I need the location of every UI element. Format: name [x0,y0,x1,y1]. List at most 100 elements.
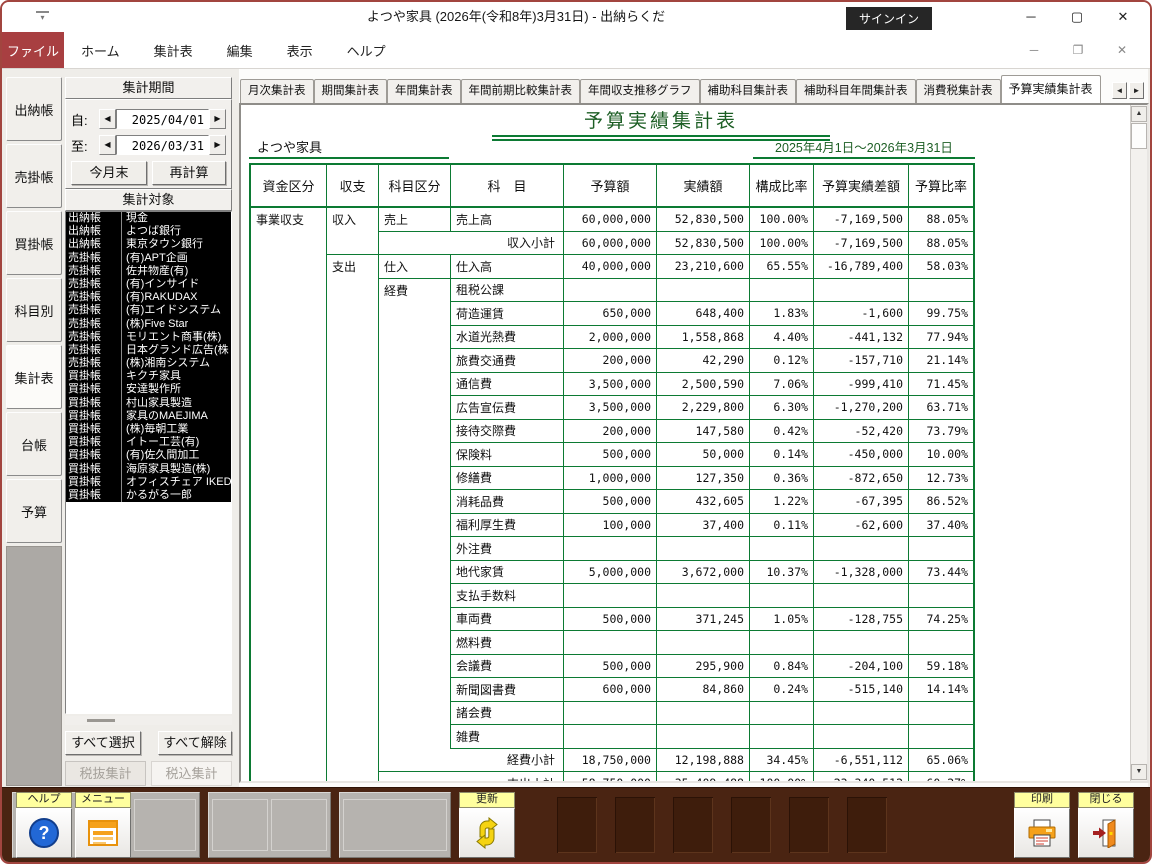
cell-account-category [378,631,450,655]
target-list-item[interactable]: 買掛帳 (有)佐久間加工 [66,449,231,463]
target-list-item[interactable]: 売掛帳 モリエント商事(株) [66,330,231,344]
report-company: よつや家具 [249,137,449,159]
target-list-item[interactable]: 売掛帳 (有)RAKUDAX [66,291,231,305]
target-list-item[interactable]: 売掛帳 (株)湘南システム [66,357,231,371]
refresh-button[interactable]: 更新 [459,792,515,858]
target-listbox[interactable]: 出納帳 現金 出納帳 よつば銀行 出納帳 東京タウン銀行 売掛帳 (有)APT企画 売掛帳 佐井物… [65,211,232,714]
help-button[interactable]: ヘルプ ? [16,792,72,858]
target-list-item[interactable]: 売掛帳 (有)エイドシステム [66,304,231,318]
report-tab-年間収支推移グラフ[interactable]: 年間収支推移グラフ [580,79,700,103]
menu-report[interactable]: 集計表 [137,32,210,68]
table-row: 経費 租税公課 [251,278,973,302]
cell-budget-diff: -128,755 [813,607,908,631]
target-ledger-type: 買掛帳 [66,449,122,463]
menu-file[interactable]: ファイル [2,32,64,68]
nav-tab-買掛帳[interactable]: 買掛帳 [6,211,62,275]
close-window-button[interactable]: 閉じる [1078,792,1134,858]
target-account-name: (株)湘南システム [126,357,210,370]
hscroll-thumb[interactable] [87,719,115,722]
tab-scroll-left-icon[interactable]: ◄ [1112,82,1127,99]
target-account-name: (株)毎朝工業 [126,423,189,435]
cell-composition-ratio: 0.36% [749,466,813,490]
target-list-item[interactable]: 買掛帳 (株)毎朝工業 [66,423,231,437]
cell-account-category [378,607,450,631]
report-tab-補助科目年間集計表[interactable]: 補助科目年間集計表 [796,79,916,103]
tab-scroll-right-icon[interactable]: ► [1129,82,1144,99]
signin-button[interactable]: サインイン [845,7,932,30]
target-list-item[interactable]: 売掛帳 (株)Five Star [66,317,231,331]
cell-account-name: 広告宣伝費 [450,396,563,420]
scroll-up-icon[interactable]: ▲ [1131,106,1147,122]
target-list-item[interactable]: 買掛帳 オフィスチェア IKED [66,475,231,489]
from-next-icon[interactable]: ▶ [209,109,226,129]
nav-tab-売掛帳[interactable]: 売掛帳 [6,144,62,208]
cell-income-expense [326,278,378,302]
cell-composition-ratio: 0.11% [749,513,813,537]
scroll-down-icon[interactable]: ▼ [1131,764,1147,780]
mdi-close-icon[interactable]: ✕ [1100,32,1144,68]
report-tab-月次集計表[interactable]: 月次集計表 [240,79,314,103]
report-tab-消費税集計表[interactable]: 消費税集計表 [915,79,1001,103]
cell-actual-amount: 84,860 [656,678,749,702]
to-prev-icon[interactable]: ◀ [99,135,116,155]
report-vscrollbar[interactable]: ▲ ▼ [1130,105,1147,781]
tax-included-button[interactable]: 税込集計 [151,761,232,786]
target-list-item[interactable]: 買掛帳 キクチ家具 [66,370,231,384]
report-tab-期間集計表[interactable]: 期間集計表 [313,79,387,103]
select-all-button[interactable]: すべて選択 [65,731,141,755]
menu-button[interactable]: メニュー [75,792,131,858]
mdi-restore-icon[interactable]: ❐ [1056,32,1100,68]
report-tab-予算実績集計表[interactable]: 予算実績集計表 [1000,75,1101,103]
from-date-field[interactable]: 2025/04/01 [116,109,209,129]
tax-excluded-button[interactable]: 税抜集計 [65,761,146,786]
menu-help[interactable]: ヘルプ [330,32,403,68]
minimize-icon[interactable]: ─ [1008,2,1054,32]
menu-edit[interactable]: 編集 [210,32,270,68]
cell-composition-ratio: 0.84% [749,654,813,678]
cell-account-category: 売上 [378,208,450,232]
target-list-item[interactable]: 買掛帳 村山家具製造 [66,396,231,410]
target-list-item[interactable]: 買掛帳 安達製作所 [66,383,231,397]
nav-tab-出納帳[interactable]: 出納帳 [6,77,62,141]
recalc-button[interactable]: 再計算 [152,161,226,185]
target-list-item[interactable]: 売掛帳 (有)インサイド [66,277,231,292]
target-list-item[interactable]: 売掛帳 日本グランド広告(株 [66,343,231,358]
print-button[interactable]: 印刷 [1014,792,1070,858]
quick-access-icon[interactable]: ▾ [36,11,49,22]
target-ledger-type: 売掛帳 [66,291,122,305]
report-tab-年間集計表[interactable]: 年間集計表 [387,79,461,103]
cell-budget-amount: 500,000 [563,490,656,514]
mdi-minimize-icon[interactable]: ─ [1012,32,1056,68]
report-tab-年間前期比較集計表[interactable]: 年間前期比較集計表 [460,79,580,103]
menu-bar: ファイル ホーム 集計表 編集 表示 ヘルプ ─ ❐ ✕ [2,32,1150,69]
to-next-icon[interactable]: ▶ [209,135,226,155]
report-tab-補助科目集計表[interactable]: 補助科目集計表 [699,79,796,103]
nav-tab-科目別[interactable]: 科目別 [6,278,62,342]
month-end-button[interactable]: 今月末 [71,161,147,185]
cell-account-category [378,419,450,443]
target-list-item[interactable]: 出納帳 現金 [66,212,231,226]
target-list-item[interactable]: 出納帳 よつば銀行 [66,225,231,239]
nav-tab-予算[interactable]: 予算 [6,479,62,543]
nav-tab-集計表[interactable]: 集計表 [6,345,62,409]
target-list-item[interactable]: 出納帳 東京タウン銀行 [66,238,231,252]
close-icon[interactable]: ✕ [1100,2,1146,32]
target-list-item[interactable]: 買掛帳 かるがる一郎 [66,488,231,503]
target-list-item[interactable]: 買掛帳 家具のMAEJIMA [66,409,231,423]
cell-budget-amount: 500,000 [563,607,656,631]
menu-view[interactable]: 表示 [270,32,330,68]
target-list-item[interactable]: 買掛帳 イトー工芸(有) [66,436,231,450]
nav-tab-台帳[interactable]: 台帳 [6,412,62,476]
menu-home[interactable]: ホーム [64,32,137,68]
deselect-all-button[interactable]: すべて解除 [158,731,232,755]
target-hscrollbar[interactable] [65,716,232,725]
vscroll-thumb[interactable] [1131,123,1147,149]
table-row: 外注費 [251,537,973,561]
target-list-item[interactable]: 売掛帳 佐井物産(有) [66,264,231,278]
to-date-field[interactable]: 2026/03/31 [116,135,209,155]
target-list-item[interactable]: 買掛帳 海原家具製造(株) [66,462,231,476]
table-row: 荷造運賃 650,000 648,400 1.83% -1,600 99.75% [251,302,973,326]
maximize-icon[interactable]: ▢ [1054,2,1100,32]
target-list-item[interactable]: 売掛帳 (有)APT企画 [66,251,231,265]
from-prev-icon[interactable]: ◀ [99,109,116,129]
